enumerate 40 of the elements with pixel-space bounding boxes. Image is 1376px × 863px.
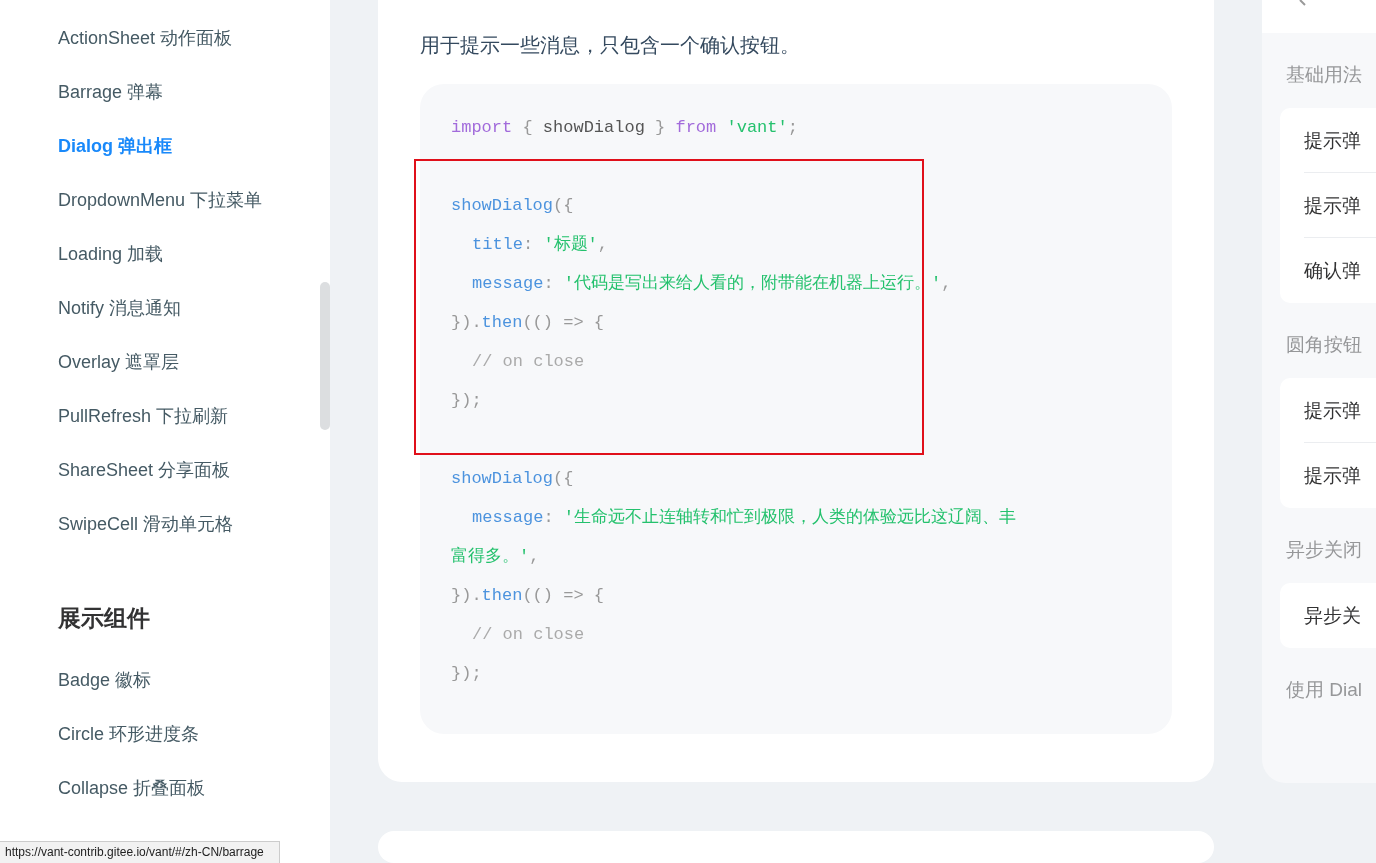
section-title: 圆角按钮 <box>1286 333 1363 357</box>
sidebar-item[interactable]: Overlay 遮罩层 <box>58 335 180 389</box>
status-url: https://vant-contrib.gitee.io/vant/#/zh-CN/barrage <box>0 841 280 863</box>
scrollbar-thumb[interactable] <box>320 282 330 430</box>
code-line: }).then(() => { <box>451 585 606 607</box>
sidebar-item[interactable]: ShareSheet 分享面板 <box>58 443 231 497</box>
sidebar-item[interactable]: DropdownMenu 下拉菜单 <box>58 173 263 227</box>
code-line: showDialog({ <box>451 195 575 217</box>
intro-text: 用于提示一些消息，只包含一个确认按钮。 <box>420 33 801 58</box>
back-icon[interactable] <box>1296 0 1306 6</box>
sidebar-item[interactable]: ActionSheet 动作面板 <box>58 11 233 65</box>
sidebar-item[interactable]: Circle 环形进度条 <box>58 707 199 761</box>
demo-cell[interactable]: 异步关 <box>1304 583 1376 648</box>
code-line: import { showDialog } from 'vant'; <box>451 117 799 139</box>
demo-cell[interactable]: 提示弹 <box>1304 443 1376 508</box>
section-title: 基础用法 <box>1286 63 1363 87</box>
sidebar-item[interactable]: PullRefresh 下拉刷新 <box>58 389 229 443</box>
sidebar-item[interactable]: Dialog 弹出框 <box>58 119 172 173</box>
sidebar-item[interactable]: Notify 消息通知 <box>58 281 181 335</box>
code-line: }); <box>451 663 483 685</box>
sidebar-item[interactable]: Barrage 弹幕 <box>58 65 164 119</box>
demo-cell[interactable]: 提示弹 <box>1304 108 1376 173</box>
sidebar-item[interactable]: Collapse 折叠面板 <box>58 761 206 815</box>
code-line: message: '生命远不止连轴转和忙到极限，人类的体验远比这辽阔、丰富得多。', <box>451 507 1018 568</box>
section-title: 使用 Dial <box>1286 678 1363 702</box>
section-title: 异步关闭 <box>1286 538 1363 562</box>
demo-cell[interactable]: 确认弹 <box>1304 238 1376 303</box>
code-line: // on close <box>471 351 586 373</box>
code-line: }); <box>451 390 483 412</box>
code-line: title: '标题', <box>471 234 610 256</box>
demo-cell[interactable]: 提示弹 <box>1304 378 1376 443</box>
code-line: message: '代码是写出来给人看的，附带能在机器上运行。', <box>471 273 953 295</box>
code-line: showDialog({ <box>451 468 575 490</box>
sidebar-item[interactable]: SwipeCell 滑动单元格 <box>58 497 234 551</box>
sidebar-item[interactable]: Loading 加载 <box>58 227 164 281</box>
demo-cell[interactable]: 提示弹 <box>1304 173 1376 238</box>
group-heading: 展示组件 <box>58 604 151 633</box>
code-line: }).then(() => { <box>451 312 606 334</box>
code-line: // on close <box>471 624 586 646</box>
sidebar-item[interactable]: Badge 徽标 <box>58 653 152 707</box>
